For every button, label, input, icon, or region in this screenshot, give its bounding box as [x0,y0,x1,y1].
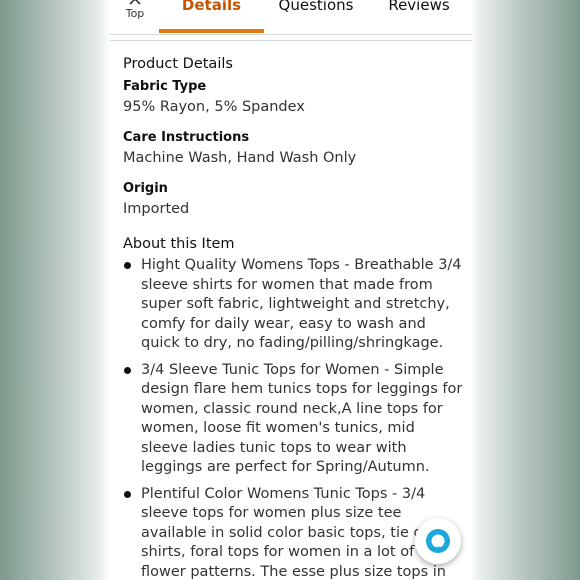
back-to-top-label: Top [125,7,145,20]
attribute-origin: Origin Imported [123,180,463,220]
attribute-fabric-type: Fabric Type 95% Rayon, 5% Spandex [123,78,463,118]
about-item-heading: About this Item [123,236,235,252]
back-to-top-button[interactable]: Top [110,0,160,34]
list-item: Plentiful Color Womens Tunic Tops - 3/4 … [123,485,463,580]
list-item: Hight Quality Womens Tops - Breathable 3… [123,256,463,354]
section-divider [110,40,472,41]
bullet-text: Hight Quality Womens Tops - Breathable 3… [141,257,462,351]
tab-questions[interactable]: Questions [266,0,366,30]
bullet-text: Plentiful Color Womens Tunic Tops - 3/4 … [141,485,446,580]
product-detail-screen: Top Details Questions Reviews Product De… [110,0,472,580]
attribute-name: Origin [123,181,168,196]
alexa-button[interactable] [415,518,461,564]
about-item-list: Hight Quality Womens Tops - Breathable 3… [123,256,463,580]
attribute-value: Imported [123,201,190,217]
bullet-text: 3/4 Sleeve Tunic Tops for Women - Simple… [141,361,463,476]
attribute-value: Machine Wash, Hand Wash Only [123,150,357,166]
attribute-value: 95% Rayon, 5% Spandex [123,99,305,115]
product-details-heading: Product Details [123,56,233,72]
bullet-icon [124,490,131,498]
bullet-icon [124,262,131,269]
tab-reviews[interactable]: Reviews [372,0,466,30]
tab-details[interactable]: Details [159,0,264,30]
active-tab-indicator [159,29,264,33]
attribute-name: Care Instructions [123,130,250,145]
details-content: Product Details Fabric Type 95% Rayon, 5… [123,56,463,580]
chevron-up-icon [129,0,141,5]
alexa-icon [426,529,450,553]
bullet-icon [124,366,131,374]
list-item: 3/4 Sleeve Tunic Tops for Women - Simple… [123,361,463,478]
attribute-care-instructions: Care Instructions Machine Wash, Hand Was… [123,129,463,169]
attribute-name: Fabric Type [123,79,207,94]
tab-bar: Top Details Questions Reviews [110,0,472,35]
